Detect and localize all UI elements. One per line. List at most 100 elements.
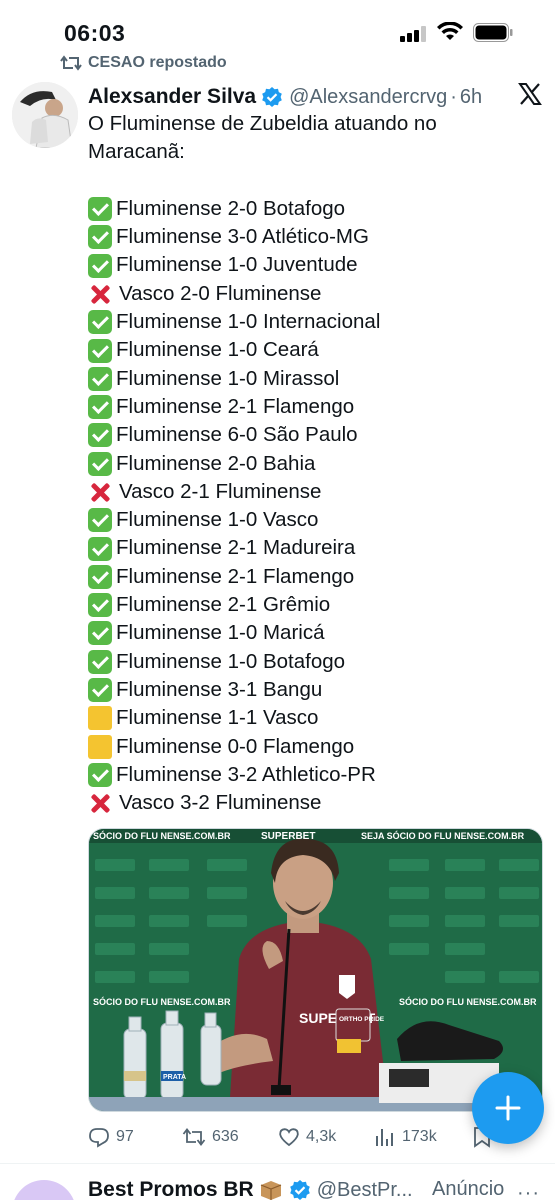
repost-count: 636: [212, 1128, 239, 1145]
x-logo-icon: [518, 83, 542, 105]
next-author-handle[interactable]: @BestPr...: [317, 1179, 413, 1200]
like-count: 4,3k: [306, 1128, 337, 1145]
repost-button[interactable]: 636: [182, 1122, 239, 1152]
result-line: Fluminense 1-0 Mirassol: [88, 365, 538, 393]
result-text: Fluminense 3-0 Atlético-MG: [116, 225, 369, 249]
result-line: Fluminense 1-0 Maricá: [88, 619, 538, 647]
author-name[interactable]: Alexsander Silva: [88, 85, 256, 109]
result-text: Fluminense 2-1 Flamengo: [116, 564, 355, 588]
result-text: Fluminense 3-1 Bangu: [116, 677, 323, 701]
reply-icon: [89, 1128, 109, 1148]
check-mark-icon: [88, 423, 112, 448]
tweet-media-photo[interactable]: SÓCIO DO FLU NENSE.COM.BR SUPERBET SEJA …: [88, 828, 543, 1112]
repost-text: CESAO repostado: [88, 54, 227, 71]
result-line: Vasco 2-0 Fluminense: [88, 280, 538, 308]
reply-button[interactable]: 97: [88, 1122, 134, 1152]
result-text: Fluminense 1-1 Vasco: [116, 706, 319, 730]
badge-text: ORTHO PRIDE: [339, 1016, 385, 1023]
tweet-time[interactable]: 6h: [460, 86, 482, 109]
package-icon: [260, 1181, 281, 1200]
result-line: Fluminense 3-2 Athletico-PR: [88, 761, 538, 789]
result-line: Fluminense 1-0 Vasco: [88, 506, 538, 534]
check-mark-icon: [88, 338, 112, 363]
author-handle[interactable]: @Alexsandercrvg: [289, 86, 447, 109]
result-text: Vasco 3-2 Fluminense: [119, 791, 322, 815]
avatar-photo: [12, 82, 78, 148]
check-mark-icon: [88, 225, 112, 250]
result-line: Fluminense 2-0 Bahia: [88, 450, 538, 478]
result-text: Fluminense 1-0 Internacional: [116, 310, 381, 334]
result-text: Fluminense 2-1 Madureira: [116, 536, 356, 560]
check-mark-icon: [88, 197, 112, 222]
repost-icon: [60, 55, 82, 71]
tweet-divider: [0, 1163, 555, 1164]
tweet-intro-line: O Fluminense de Zubeldia atuando no: [88, 112, 437, 135]
repost-icon: [182, 1128, 206, 1146]
result-line: Vasco 3-2 Fluminense: [88, 789, 538, 817]
cross-mark-icon: [88, 480, 112, 504]
next-author-avatar[interactable]: [12, 1180, 76, 1200]
cellular-signal-icon: [400, 26, 430, 42]
author-avatar[interactable]: [12, 82, 78, 148]
result-text: Fluminense 1-0 Botafogo: [116, 649, 346, 673]
reply-count: 97: [116, 1128, 134, 1145]
backdrop-text: SEJA SÓCIO DO FLU NENSE.COM.BR: [361, 830, 525, 841]
yellow-square-icon: [88, 734, 112, 759]
tweet-actions: 97 636 4,3k 173k: [88, 1122, 528, 1152]
check-mark-icon: [88, 593, 112, 618]
result-text: Fluminense 1-0 Vasco: [116, 508, 319, 532]
like-button[interactable]: 4,3k: [278, 1122, 336, 1152]
ad-label: Anúncio: [432, 1178, 505, 1200]
check-mark-icon: [88, 451, 112, 476]
next-author-name[interactable]: Best Promos BR: [88, 1178, 254, 1200]
result-line: Fluminense 2-1 Flamengo: [88, 563, 538, 591]
verified-badge-icon: [262, 87, 282, 107]
bottle-label: PRATA: [163, 1074, 186, 1081]
result-text: Fluminense 2-0 Botafogo: [116, 196, 346, 220]
wifi-icon: [437, 22, 463, 40]
result-line: Fluminense 1-0 Internacional: [88, 308, 538, 336]
result-text: Fluminense 1-0 Maricá: [116, 621, 325, 645]
result-text: Fluminense 2-0 Bahia: [116, 451, 316, 475]
tweet-intro-line: Maracanã:: [88, 140, 185, 164]
check-mark-icon: [88, 678, 112, 703]
tweet-text: O Fluminense de Zubeldia atuando no Mara…: [88, 110, 538, 817]
plus-icon: [495, 1095, 521, 1121]
check-mark-icon: [88, 762, 112, 787]
battery-icon: [473, 23, 513, 42]
result-text: Fluminense 1-0 Ceará: [116, 338, 319, 362]
result-text: Fluminense 1-0 Mirassol: [116, 366, 340, 390]
status-bar: 06:03: [0, 0, 555, 58]
heart-icon: [279, 1128, 299, 1147]
result-line: Vasco 2-1 Fluminense: [88, 478, 538, 506]
result-line: Fluminense 3-1 Bangu: [88, 676, 538, 704]
views-count: 173k: [402, 1128, 437, 1145]
result-text: Fluminense 2-1 Flamengo: [116, 394, 355, 418]
cross-mark-icon: [88, 791, 112, 815]
check-mark-icon: [88, 621, 112, 646]
more-options-icon[interactable]: ···: [517, 1182, 540, 1200]
result-line: Fluminense 1-1 Vasco: [88, 704, 538, 732]
views-chart-icon: [376, 1129, 393, 1146]
result-line: Fluminense 1-0 Juventude: [88, 251, 538, 279]
result-text: Vasco 2-0 Fluminense: [119, 281, 322, 305]
result-line: Fluminense 1-0 Botafogo: [88, 648, 538, 676]
views-button[interactable]: 173k: [374, 1122, 437, 1152]
repost-indicator[interactable]: CESAO repostado: [60, 52, 227, 74]
result-line: Fluminense 2-0 Botafogo: [88, 195, 538, 223]
check-mark-icon: [88, 310, 112, 335]
result-line: Fluminense 6-0 São Paulo: [88, 421, 538, 449]
check-mark-icon: [88, 508, 112, 533]
compose-button[interactable]: [472, 1072, 544, 1144]
result-text: Vasco 2-1 Fluminense: [119, 479, 322, 503]
result-line: Fluminense 1-0 Ceará: [88, 336, 538, 364]
result-line: Fluminense 2-1 Grêmio: [88, 591, 538, 619]
result-text: Fluminense 2-1 Grêmio: [116, 593, 331, 617]
check-mark-icon: [88, 253, 112, 278]
yellow-square-icon: [88, 706, 112, 731]
results-list: Fluminense 2-0 Botafogo Fluminense 3-0 At…: [88, 195, 538, 818]
cross-mark-icon: [88, 282, 112, 306]
backdrop-text: SÓCIO DO FLU NENSE.COM.BR: [399, 996, 537, 1007]
result-text: Fluminense 1-0 Juventude: [116, 253, 358, 277]
